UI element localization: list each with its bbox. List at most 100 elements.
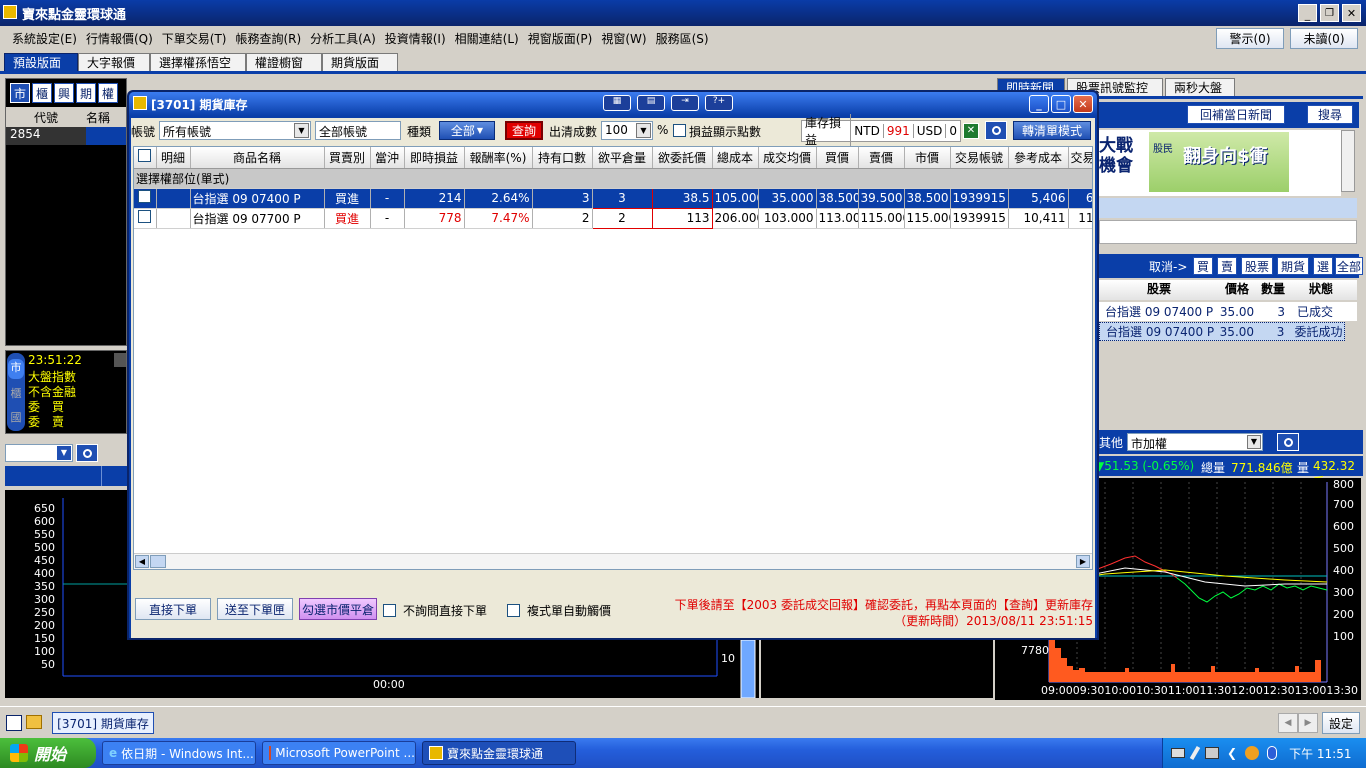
maximize-button[interactable]: ❐ xyxy=(1320,4,1339,22)
menu-item-service[interactable]: 服務區(S) xyxy=(656,30,709,47)
side-tab-intl[interactable]: 國 xyxy=(8,409,24,429)
col-return-rate[interactable]: 報酬率(%) xyxy=(464,147,533,169)
cancel-all-button[interactable]: 全部 xyxy=(1335,257,1363,275)
auto-trigger-checkbox[interactable] xyxy=(507,604,520,617)
side-tab-market[interactable]: 市 xyxy=(8,359,24,379)
col-total-cost[interactable]: 總成本 xyxy=(712,147,759,169)
taskbar-item-app[interactable]: 寶來點金靈環球通 xyxy=(422,741,576,765)
tab-default-layout[interactable]: 預設版面 xyxy=(4,53,78,71)
status-next-button[interactable]: ▶ xyxy=(1298,713,1318,733)
row-checkbox[interactable] xyxy=(138,190,152,203)
clear-ratio-select[interactable]: 100 ▼ xyxy=(601,121,653,140)
send-to-order-box-button[interactable]: 送至下單匣 xyxy=(217,598,293,620)
tab-options-wukong[interactable]: 選擇權孫悟空 xyxy=(150,53,246,71)
show-points-checkbox[interactable] xyxy=(673,124,686,137)
no-confirm-checkbox[interactable] xyxy=(383,604,396,617)
alert-unread-button[interactable]: 未讀(0) xyxy=(1290,28,1358,49)
row-order-price-input[interactable]: 113 xyxy=(651,207,713,229)
left-search-button[interactable] xyxy=(76,444,98,462)
dialog-toolbar-help-icon[interactable]: ?+ xyxy=(705,95,733,111)
market-search-button[interactable] xyxy=(1277,433,1299,451)
menu-item-layout[interactable]: 視窗版面(P) xyxy=(528,30,593,47)
direct-order-button[interactable]: 直接下單 xyxy=(135,598,211,620)
menu-item-account[interactable]: 帳務查詢(R) xyxy=(235,30,301,47)
menu-item-quotes[interactable]: 行情報價(Q) xyxy=(86,30,153,47)
cancel-futures-button[interactable]: 期貨 xyxy=(1277,257,1309,275)
network-icon[interactable] xyxy=(1205,747,1219,759)
col-close-qty[interactable]: 欲平倉量 xyxy=(592,147,653,169)
quick-button-futures[interactable]: 期 xyxy=(76,83,96,103)
row-checkbox[interactable] xyxy=(138,210,152,223)
col-tax[interactable]: 交易稅 xyxy=(1068,147,1092,169)
scroll-left-arrow-icon[interactable]: ◀ xyxy=(135,555,149,568)
tab-big-quote[interactable]: 大字報價 xyxy=(78,53,150,71)
account-select[interactable]: 所有帳號 ▼ xyxy=(159,121,311,140)
menu-item-analysis[interactable]: 分析工具(A) xyxy=(310,30,376,47)
quote-row[interactable]: 2854 xyxy=(6,127,126,145)
menu-item-trade[interactable]: 下單交易(T) xyxy=(162,30,227,47)
col-product-name[interactable]: 商品名稱 xyxy=(190,147,325,169)
window-list-icon[interactable] xyxy=(6,715,22,731)
col-detail[interactable]: 明細 xyxy=(156,147,191,169)
right-tab-two-sec[interactable]: 兩秒大盤 xyxy=(1165,78,1235,96)
col-realtime-pl[interactable]: 即時損益 xyxy=(404,147,465,169)
row-close-qty-input[interactable]: 2 xyxy=(591,207,653,229)
cancel-sell-button[interactable]: 賣 xyxy=(1217,257,1237,275)
folder-icon[interactable] xyxy=(26,715,42,729)
keyboard-icon[interactable] xyxy=(1171,748,1185,758)
minimize-button[interactable]: _ xyxy=(1298,4,1317,22)
ad-banner[interactable]: 大戰 機會 股民 翻身向$衝 xyxy=(1099,130,1341,196)
row-close-qty-input[interactable]: 3 xyxy=(591,187,653,209)
position-row[interactable]: 台指選 09 07400 P 買進 - 214 2.64% 3 3 38.5 1… xyxy=(134,187,1092,209)
alert-warning-button[interactable]: 警示(0) xyxy=(1216,28,1284,49)
close-button[interactable]: ✕ xyxy=(1342,4,1361,22)
col-side[interactable]: 買賣別 xyxy=(324,147,371,169)
taskbar-item-ie[interactable]: e 依日期 - Windows Int... xyxy=(102,741,256,765)
market-select[interactable]: 市加權 ▼ xyxy=(1127,433,1263,451)
row-detail[interactable] xyxy=(156,208,191,229)
dialog-maximize-button[interactable]: □ xyxy=(1051,95,1071,113)
bluetooth-icon[interactable] xyxy=(1267,746,1278,760)
col-avg-price[interactable]: 成交均價 xyxy=(758,147,817,169)
col-trade-account[interactable]: 交易帳號 xyxy=(950,147,1009,169)
start-button[interactable]: 開始 xyxy=(0,738,96,768)
left-symbol-select[interactable]: ▼ xyxy=(5,444,73,462)
scroll-thumb[interactable] xyxy=(150,555,166,568)
cancel-stock-button[interactable]: 股票 xyxy=(1241,257,1273,275)
security-icon[interactable] xyxy=(1245,746,1260,760)
menu-item-info[interactable]: 投資情報(I) xyxy=(385,30,446,47)
type-select[interactable]: 全部 ▼ xyxy=(439,121,495,140)
tab-futures-layout[interactable]: 期貨版面 xyxy=(322,53,398,71)
menu-item-window[interactable]: 視窗(W) xyxy=(601,30,646,47)
banner-scrollbar[interactable] xyxy=(1341,130,1355,192)
market-close-selected-button[interactable]: 勾選市價平倉 xyxy=(299,598,377,620)
dialog-search-button[interactable] xyxy=(985,121,1007,140)
status-prev-button[interactable]: ◀ xyxy=(1278,713,1298,733)
cancel-option-button[interactable]: 選 xyxy=(1313,257,1333,275)
col-order-price[interactable]: 欲委託價 xyxy=(652,147,713,169)
row-detail[interactable] xyxy=(156,188,191,209)
dialog-close-button[interactable]: ✕ xyxy=(1073,95,1093,113)
account-all-field[interactable]: 全部帳號 xyxy=(315,121,401,140)
select-all-checkbox[interactable] xyxy=(138,149,152,163)
dialog-toolbar-dock-icon[interactable]: ▤ xyxy=(637,95,665,111)
col-market[interactable]: 市價 xyxy=(904,147,951,169)
dialog-toolbar-link-icon[interactable]: ⇥ xyxy=(671,95,699,111)
taskbar-item-powerpoint[interactable]: Microsoft PowerPoint ... xyxy=(262,741,416,765)
switch-list-mode-button[interactable]: 轉清單模式 xyxy=(1013,121,1091,140)
col-hold-qty[interactable]: 持有口數 xyxy=(532,147,593,169)
col-ask[interactable]: 賣價 xyxy=(858,147,905,169)
order-row[interactable]: 台指選 09 07400 P 35.00 3 委託成功 xyxy=(1099,322,1345,341)
col-daytrade[interactable]: 當沖 xyxy=(370,147,405,169)
tab-warrant-window[interactable]: 權證櫥窗 xyxy=(246,53,322,71)
news-refill-button[interactable]: 回補當日新聞 xyxy=(1187,105,1285,124)
dialog-minimize-button[interactable]: _ xyxy=(1029,95,1049,113)
horizontal-scrollbar[interactable]: ◀ ▶ xyxy=(134,553,1092,569)
query-button[interactable]: 查詢 xyxy=(505,121,543,140)
quick-button-warrant[interactable]: 權 xyxy=(98,83,118,103)
pen-icon[interactable] xyxy=(1189,745,1201,761)
quick-button-emerging[interactable]: 興 xyxy=(54,83,74,103)
col-ref-cost[interactable]: 參考成本 xyxy=(1008,147,1069,169)
row-order-price-input[interactable]: 38.5 xyxy=(651,187,713,209)
news-search-button[interactable]: 搜尋 xyxy=(1307,105,1353,124)
